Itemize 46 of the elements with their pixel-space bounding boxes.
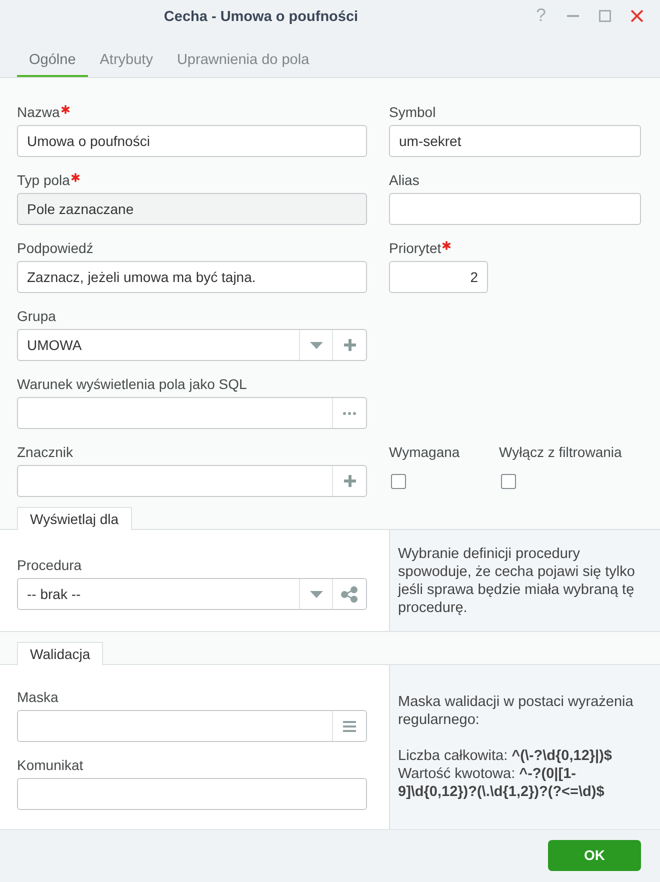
share-icon xyxy=(341,586,358,602)
window-title: Cecha - Umowa o poufności xyxy=(164,8,358,24)
section-heading: Walidacja xyxy=(17,642,104,665)
maximize-icon xyxy=(599,10,611,22)
close-icon xyxy=(631,10,643,22)
field-label: Komunikat xyxy=(17,756,84,774)
text-field[interactable]: Zaznacz, jeżeli umowa ma być tajna. xyxy=(17,261,367,293)
plus-icon xyxy=(344,339,356,351)
field-label: Nazwa xyxy=(17,103,60,121)
checkbox[interactable] xyxy=(391,474,406,488)
tab[interactable]: Ogólne xyxy=(17,44,88,77)
caret-icon xyxy=(310,590,322,598)
checkbox[interactable] xyxy=(501,474,516,488)
field-label: Alias xyxy=(389,171,420,189)
example-text: Wartość kwotowa: ^-?(0|[1-9]\d{0,12})?(\.\d{1,2})?(?<=\d)$ xyxy=(398,765,606,801)
minimize-icon xyxy=(567,14,579,16)
info-text: Maska walidacji w postaci wyrażenia regularnego: xyxy=(398,693,634,729)
field-label: Grupa xyxy=(17,307,56,325)
field-label: Procedura xyxy=(17,556,82,574)
more-icon xyxy=(343,412,356,414)
text-field[interactable] xyxy=(17,778,367,810)
text-field[interactable] xyxy=(389,193,641,225)
tag-field[interactable] xyxy=(17,465,367,497)
field-label: Znacznik xyxy=(17,443,74,461)
field-label: Podpowiedź xyxy=(17,239,94,257)
field-label: Typ pola xyxy=(17,171,70,189)
field-label: Maska xyxy=(17,688,58,706)
text-field[interactable]: Umowa o poufności xyxy=(17,125,367,157)
field-label: Wymagana xyxy=(389,443,460,461)
field-label: Warunek wyświetlenia pola jako SQL xyxy=(17,375,247,393)
caret-icon xyxy=(310,342,322,348)
lookup-field[interactable] xyxy=(17,397,367,429)
number-field[interactable]: 2 xyxy=(389,261,488,293)
list-icon xyxy=(343,720,356,732)
field-label: Priorytet xyxy=(389,239,442,257)
plus-icon xyxy=(344,475,356,487)
dropdown-field[interactable]: UMOWA xyxy=(17,329,367,361)
text-field[interactable]: um-sekret xyxy=(389,125,641,157)
field-label: Symbol xyxy=(389,103,436,121)
dropdown-field[interactable]: -- brak -- xyxy=(17,578,367,610)
example-text: Liczba całkowita: ^(\-?\d{0,12}|)$ xyxy=(398,747,613,765)
info-text: Wybranie definicji procedury spowoduje, że cecha pojawi się tylko jeśli sprawa będzie miała wybraną tę procedurę. xyxy=(398,544,636,616)
mask-field[interactable] xyxy=(17,710,367,742)
section-heading: Wyświetlaj dla xyxy=(17,507,132,530)
ok-button[interactable]: OK xyxy=(548,840,641,870)
field-label: Wyłącz z filtrowania xyxy=(499,443,622,461)
